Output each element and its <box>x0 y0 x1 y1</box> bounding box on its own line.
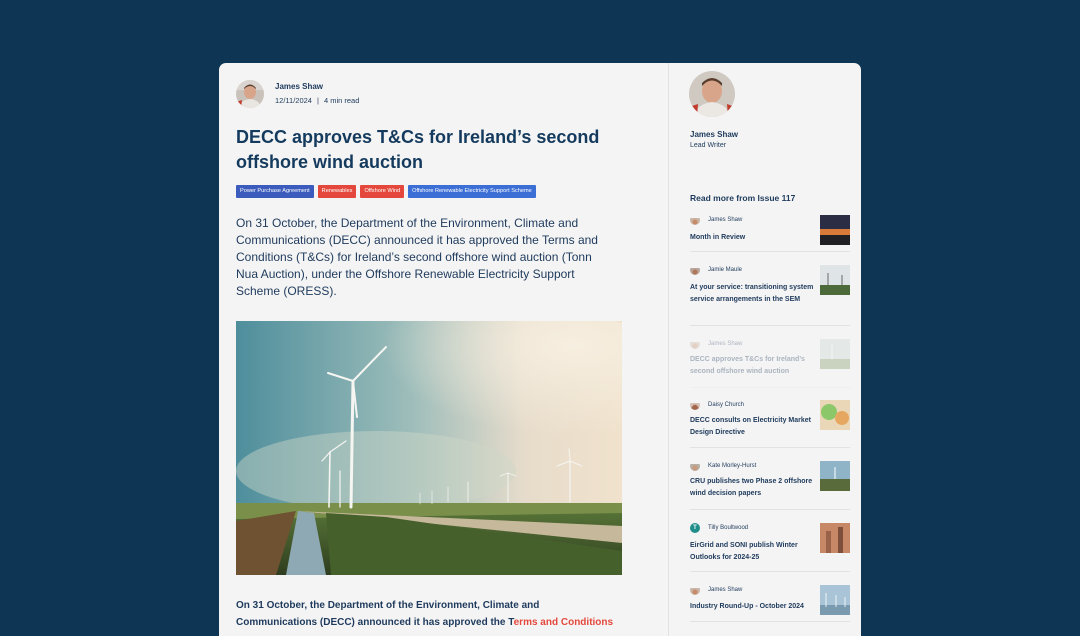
read-time: 4 min read <box>323 96 360 105</box>
list-item-author: Kate Morley-Hurst <box>708 463 757 469</box>
list-item-title[interactable]: DECC consults on Electricity Market Desi… <box>690 415 818 439</box>
tag-oress[interactable]: Offshore Renewable Electricity Support S… <box>408 185 536 198</box>
list-item-title[interactable]: At your service: transitioning system se… <box>690 282 818 306</box>
list-item-author: Tilly Boultwood <box>708 525 749 531</box>
list-item-thumbnail[interactable] <box>820 265 850 295</box>
author-avatar <box>690 585 700 595</box>
author-avatar <box>690 339 700 349</box>
author-avatar <box>690 461 700 471</box>
list-item-title[interactable]: DECC approves T&Cs for Ireland’s second … <box>690 354 818 378</box>
list-item-title[interactable]: Month in Review <box>690 232 818 244</box>
author-initial-avatar: T <box>690 523 700 533</box>
article-main: James Shaw 12/11/2024 | 4 min read DECC ap… <box>219 63 668 636</box>
list-item-current[interactable]: James Shaw DECC approves T&Cs for Irelan… <box>690 339 850 388</box>
list-item-author: James Shaw <box>708 217 743 223</box>
sidebar-author-name[interactable]: James Shaw <box>690 130 738 139</box>
list-item-title[interactable]: Industry Round-Up - October 2024 <box>690 601 818 613</box>
list-item-title[interactable]: CRU publishes two Phase 2 offshore wind … <box>690 476 818 500</box>
sidebar-author-role: Lead Writer <box>690 142 727 149</box>
list-item-title[interactable]: EirGrid and SONI publish Winter Outlooks… <box>690 540 818 564</box>
list-item-thumbnail[interactable] <box>820 585 850 615</box>
list-item-author: James Shaw <box>708 341 743 347</box>
list-item[interactable]: Daisy Church DECC consults on Electricit… <box>690 400 850 448</box>
list-item[interactable]: Jamie Maule At your service: transitioni… <box>690 265 850 326</box>
article-lead: On 31 October, the Department of the Env… <box>236 216 598 298</box>
author-row: James Shaw 12/11/2024 | 4 min read <box>236 80 359 108</box>
sidebar: James Shaw Lead Writer Read more from Is… <box>669 63 861 636</box>
list-item-author: James Shaw <box>708 587 743 593</box>
list-item[interactable]: Kate Morley-Hurst CRU publishes two Phas… <box>690 461 850 510</box>
list-item-thumbnail[interactable] <box>820 523 850 553</box>
author-name[interactable]: James Shaw <box>275 82 359 91</box>
author-avatar <box>690 400 700 410</box>
list-item[interactable]: T Tilly Boultwood EirGrid and SONI publis… <box>690 523 850 572</box>
list-item[interactable]: James Shaw Industry Round-Up - October 2… <box>690 585 850 622</box>
read-more-heading: Read more from Issue 117 <box>690 193 796 203</box>
tag-power-purchase-agreement[interactable]: Power Purchase Agreement <box>236 185 314 198</box>
hero-image <box>236 321 622 575</box>
terms-link[interactable]: erms and Conditions <box>514 617 613 628</box>
sidebar-author-avatar[interactable] <box>689 71 735 117</box>
author-avatar[interactable] <box>236 80 264 108</box>
body-text-start: On 31 October, the Department of the Env… <box>236 600 540 628</box>
list-item-thumbnail[interactable] <box>820 215 850 245</box>
author-avatar <box>690 265 700 275</box>
list-item-thumbnail[interactable] <box>820 339 850 369</box>
tag-offshore-wind[interactable]: Offshore Wind <box>360 185 405 198</box>
list-item-author: Jamie Maule <box>708 267 743 273</box>
publish-date: 12/11/2024 <box>275 96 312 105</box>
tag-list: Power Purchase Agreement Renewables Offs… <box>236 185 536 198</box>
list-item-author: Daisy Church <box>708 402 745 408</box>
list-item[interactable]: James Shaw Month in Review <box>690 215 850 252</box>
list-item-thumbnail[interactable] <box>820 400 850 430</box>
article-body: On 31 October, the Department of the Env… <box>236 597 621 631</box>
list-item-thumbnail[interactable] <box>820 461 850 491</box>
author-avatar <box>690 215 700 225</box>
article-title: DECC approves T&Cs for Ireland’s second … <box>236 127 600 172</box>
meta-separator: | <box>316 96 319 105</box>
article-card: James Shaw 12/11/2024 | 4 min read DECC ap… <box>219 63 861 636</box>
tag-renewables[interactable]: Renewables <box>317 185 357 198</box>
